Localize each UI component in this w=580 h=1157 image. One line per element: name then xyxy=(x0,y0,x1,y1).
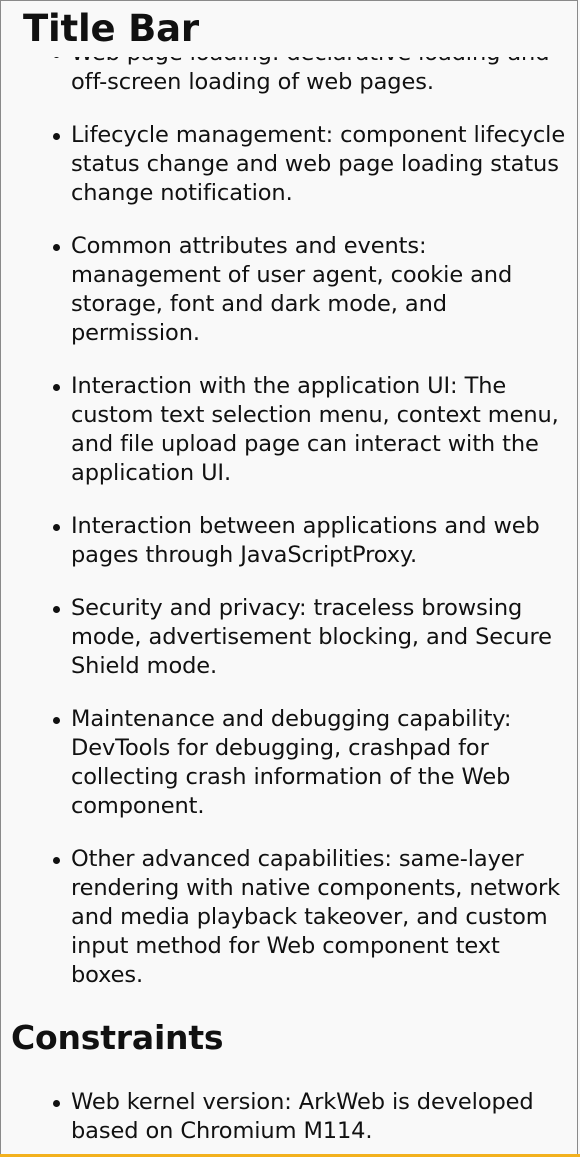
list-item-text: Security and privacy: traceless browsing… xyxy=(71,595,552,679)
title-bar: Title Bar xyxy=(1,1,577,57)
list-item-text: Lifecycle management: component lifecycl… xyxy=(71,122,566,206)
bullet-icon xyxy=(53,133,60,140)
list-item: Interaction between applications and web… xyxy=(1,512,577,570)
list-item: Lifecycle management: component lifecycl… xyxy=(1,121,577,208)
bullet-icon xyxy=(53,384,60,391)
list-item: Other advanced capabilities: same-layer … xyxy=(1,845,577,990)
list-item-text: Maintenance and debugging capability: De… xyxy=(71,706,512,819)
feature-list: Web page loading: declarative loading an… xyxy=(1,39,577,990)
list-item: Common attributes and events: management… xyxy=(1,232,577,348)
bullet-icon xyxy=(53,857,60,864)
bullet-icon xyxy=(53,717,60,724)
list-item: Web kernel version: ArkWeb is developed … xyxy=(1,1088,577,1146)
list-item-text: Web kernel version: ArkWeb is developed … xyxy=(71,1089,534,1144)
list-item-text: Interaction between applications and web… xyxy=(71,513,540,568)
bullet-icon xyxy=(53,244,60,251)
list-item-text: Interaction with the application UI: The… xyxy=(71,373,559,486)
scroll-content[interactable]: Web page loading: declarative loading an… xyxy=(1,39,577,1154)
constraints-heading: Constraints xyxy=(11,1018,224,1057)
list-item: Interaction with the application UI: The… xyxy=(1,372,577,488)
bullet-icon xyxy=(53,1100,60,1107)
constraints-list: Web kernel version: ArkWeb is developed … xyxy=(1,1088,577,1146)
list-item-text: Other advanced capabilities: same-layer … xyxy=(71,846,561,988)
list-item: Security and privacy: traceless browsing… xyxy=(1,594,577,681)
list-item: Maintenance and debugging capability: De… xyxy=(1,705,577,821)
bullet-icon xyxy=(53,606,60,613)
title-bar-title: Title Bar xyxy=(23,7,199,50)
list-item-text: Common attributes and events: management… xyxy=(71,233,513,346)
bullet-icon xyxy=(53,524,60,531)
web-document-frame[interactable]: Title Bar Web page loading: declarative … xyxy=(0,0,578,1155)
